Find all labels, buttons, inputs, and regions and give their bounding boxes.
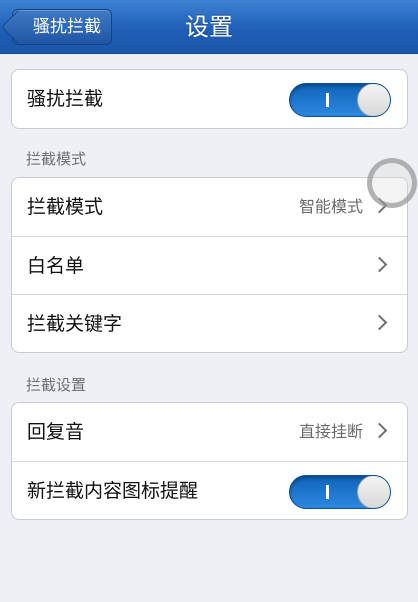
chevron-right-icon [371, 422, 388, 439]
block-keywords-row[interactable]: 拦截关键字 [12, 294, 407, 352]
block-keywords-label: 拦截关键字 [27, 313, 123, 335]
block-mode-row[interactable]: 拦截模式 智能模式 [12, 178, 407, 236]
harassment-block-toggle[interactable] [289, 83, 391, 117]
harassment-block-row: 骚扰拦截 [12, 70, 407, 128]
toggle-knob [357, 84, 390, 116]
page-title: 设置 [185, 13, 233, 41]
toggle-on-mark-icon [326, 93, 329, 107]
reply-tone-label: 回复音 [27, 421, 85, 443]
block-mode-value: 智能模式 [298, 197, 363, 216]
whitelist-label: 白名单 [27, 255, 85, 277]
toggle-on-mark-icon [326, 485, 329, 499]
new-block-icon-reminder-label: 新拦截内容图标提醒 [27, 480, 199, 502]
new-block-icon-reminder-toggle[interactable] [289, 475, 391, 509]
harassment-block-label: 骚扰拦截 [27, 88, 104, 110]
block-mode-label: 拦截模式 [27, 196, 104, 218]
section-header-block-mode: 拦截模式 [26, 150, 87, 168]
block-settings-group: 回复音 直接挂断 新拦截内容图标提醒 [11, 402, 408, 520]
whitelist-row[interactable]: 白名单 [12, 236, 407, 294]
reply-tone-value: 直接挂断 [298, 422, 363, 441]
new-block-icon-reminder-row: 新拦截内容图标提醒 [12, 461, 407, 519]
toggle-knob [357, 476, 390, 508]
harassment-block-group: 骚扰拦截 [11, 69, 408, 129]
block-mode-group: 拦截模式 智能模式 白名单 拦截关键字 [11, 177, 408, 353]
section-header-block-settings: 拦截设置 [26, 376, 87, 394]
reply-tone-row[interactable]: 回复音 直接挂断 [12, 403, 407, 461]
chevron-right-icon [371, 256, 388, 273]
chevron-right-icon [371, 314, 388, 331]
navigation-bar: 骚扰拦截 设置 [0, 0, 418, 54]
assistive-touch-button[interactable] [367, 158, 417, 208]
